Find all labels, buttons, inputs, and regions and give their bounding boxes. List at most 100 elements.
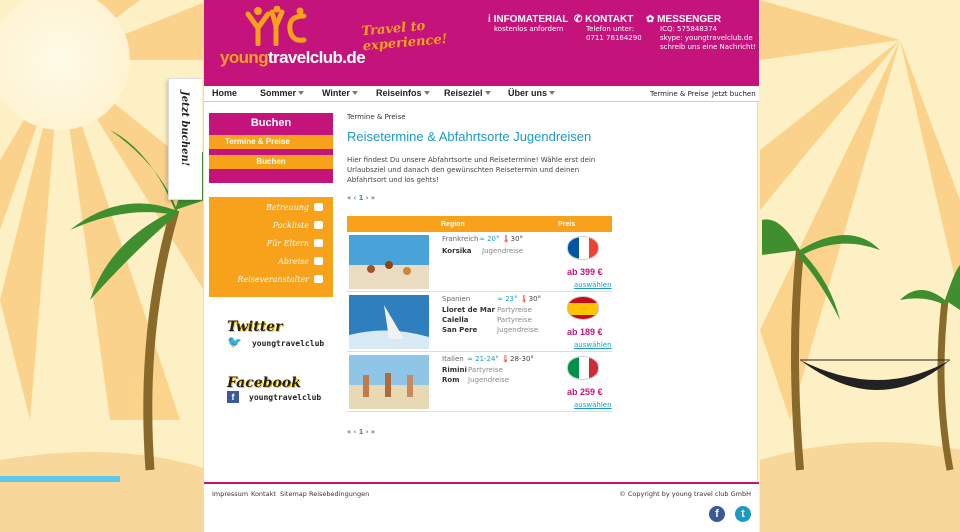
main-page: youngtravelclub.de Travel to experience!… [203,0,759,532]
logo[interactable]: youngtravelclub.de [220,6,366,70]
main-content: Termine & Preise Reisetermine & Abfahrts… [347,113,612,185]
chevron-down-icon [298,91,305,95]
table-row: Italien ≈ 21-24° 🌡28-30° Rimini Partyrei… [347,352,612,412]
main-nav: Home Sommer Winter Reiseinfos Reiseziel … [204,84,759,102]
facebook-link[interactable]: Facebook f youngtravelclub [227,375,321,403]
destination-type: Jugendreise [497,326,539,334]
row-temperature: ≈ 23° 🌡30° [497,295,542,303]
pager-bottom: « ‹ 1 › » [347,428,375,436]
chevron-down-icon [423,91,430,95]
destination-name[interactable]: Calella [442,316,469,324]
sidebar-abreise[interactable]: Abreise [278,257,323,266]
sidebar-betreuung[interactable]: Betreuung [266,203,323,212]
pager-current[interactable]: 1 [359,428,364,436]
contact-phone: 0711 76164290 [586,34,642,42]
nav-sommer[interactable]: Sommer [260,88,305,98]
nav-reiseziel[interactable]: Reiseziel [444,88,491,98]
column-price: Preis [558,221,576,228]
pager-prev[interactable]: ‹ [354,428,357,436]
spain-flag-icon [567,296,599,320]
flower-icon: ✿ [646,14,658,25]
row-price: ab 399 € [567,267,603,277]
trip-photo-friends[interactable] [349,355,429,409]
nav-ueber-uns[interactable]: Über uns [508,88,556,98]
destination-name[interactable]: Rom [442,376,460,384]
trip-photo-windsurf[interactable] [349,295,429,349]
thermometer-icon: 🌡 [501,235,511,243]
destination-name[interactable]: Korsika [442,247,472,255]
nav-home[interactable]: Home [212,88,237,98]
trips-table: Region Preis Frankreich ≈ 20° 🌡30° Korsi… [347,216,612,412]
destination-name[interactable]: Lloret de Mar [442,306,495,314]
destination-name[interactable]: Rimini [442,366,467,374]
sidebar-buchen[interactable]: Buchen [209,155,333,169]
header: youngtravelclub.de Travel to experience!… [204,0,759,84]
pager-next[interactable]: › [366,194,369,202]
nav-reiseinfos[interactable]: Reiseinfos [376,88,430,98]
footer-impressum[interactable]: Impressum [212,490,248,498]
slogan: Travel to experience! [360,18,448,55]
book-now-tab-label: Jetzt buchen! [179,91,190,167]
messenger-box[interactable]: ✿ MESSENGER ICQ: 575848374 skype: youngt… [646,14,756,52]
facebook-title: Facebook [227,375,301,391]
nav-winter[interactable]: Winter [322,88,358,98]
facebook-handle: youngtravelclub [249,393,322,402]
pager-first[interactable]: « [347,428,351,436]
breadcrumb: Termine & Preise [347,113,406,121]
destination-type: Jugendreise [468,376,510,384]
nav-jetzt-buchen[interactable]: Jetzt buchen [712,90,756,98]
pager-first[interactable]: « [347,194,351,202]
france-flag-icon [567,236,599,260]
booking-title: Buchen [250,117,292,129]
choose-link[interactable]: auswählen [574,341,612,349]
messenger-note: schreib uns eine Nachricht! [660,43,757,51]
destination-type: Partyreise [497,316,532,324]
nav-termine-preise[interactable]: Termine & Preise [650,90,709,98]
destination-type: Jugendreise [482,247,524,255]
twitter-link[interactable]: Twitter 🐦 youngtravelclub [227,319,324,349]
choose-link[interactable]: auswählen [574,401,612,409]
sidebar-termine-preise[interactable]: Termine & Preise [209,135,333,149]
phone-icon: ✆ [574,14,586,25]
sidebar-reiseveranstalter[interactable]: Reiseveranstalter [237,275,323,284]
table-row: Frankreich ≈ 20° 🌡30° Korsika Jugendreis… [347,232,612,292]
pager-last[interactable]: » [371,194,375,202]
footer: Impressum Kontakt Sitemap Reisebedingung… [204,482,759,532]
smile-icon [314,203,323,211]
thermometer-icon: 🌡 [519,295,529,303]
facebook-icon[interactable]: f [709,506,725,522]
sidebar-packliste[interactable]: Packliste [273,221,323,230]
destination-type: Partyreise [497,306,532,314]
twitter-icon[interactable]: t [735,506,751,522]
pager-next[interactable]: › [366,428,369,436]
twitter-bird-icon: 🐦 [227,335,242,349]
footer-sitemap[interactable]: Sitemap [280,490,307,498]
destination-name[interactable]: San Pere [442,326,477,334]
twitter-title: Twitter [227,319,283,335]
row-temperature: ≈ 20° 🌡30° [479,235,524,243]
pager-prev[interactable]: ‹ [354,194,357,202]
contact-box[interactable]: ✆ KONTAKT Telefon unter: 0711 76164290 [574,14,642,43]
row-temperature: ≈ 21-24° 🌡28-30° [467,355,534,363]
pager-last[interactable]: » [371,428,375,436]
logo-wordmark: youngtravelclub.de [220,48,366,67]
pager-current[interactable]: 1 [359,194,364,202]
destination-type: Partyreise [468,366,503,374]
trip-photo-beach[interactable] [349,235,429,289]
copyright: © Copyright by young travel club GmbH [619,490,751,498]
footer-reisebedingungen[interactable]: Reisebedingungen [309,490,369,498]
suitcase-icon [314,221,323,229]
row-country: Spanien [442,295,471,303]
contact-line1: Telefon unter: [586,25,635,33]
book-now-tab[interactable]: Jetzt buchen! [168,78,202,200]
table-row: Spanien ≈ 23° 🌡30° Lloret de Mar Partyre… [347,292,612,352]
facebook-icon: f [227,391,239,403]
infomaterial-link[interactable]: i INFOMATERIAL kostenlos anfordern [488,14,568,34]
parents-icon [314,239,323,247]
footer-kontakt[interactable]: Kontakt [251,490,276,498]
row-price: ab 259 € [567,387,603,397]
choose-link[interactable]: auswählen [574,281,612,289]
bus-icon [314,257,323,265]
info-links-box: Betreuung Packliste Für Eltern Abreise R… [209,197,333,297]
sidebar-fuer-eltern[interactable]: Für Eltern [267,239,323,248]
